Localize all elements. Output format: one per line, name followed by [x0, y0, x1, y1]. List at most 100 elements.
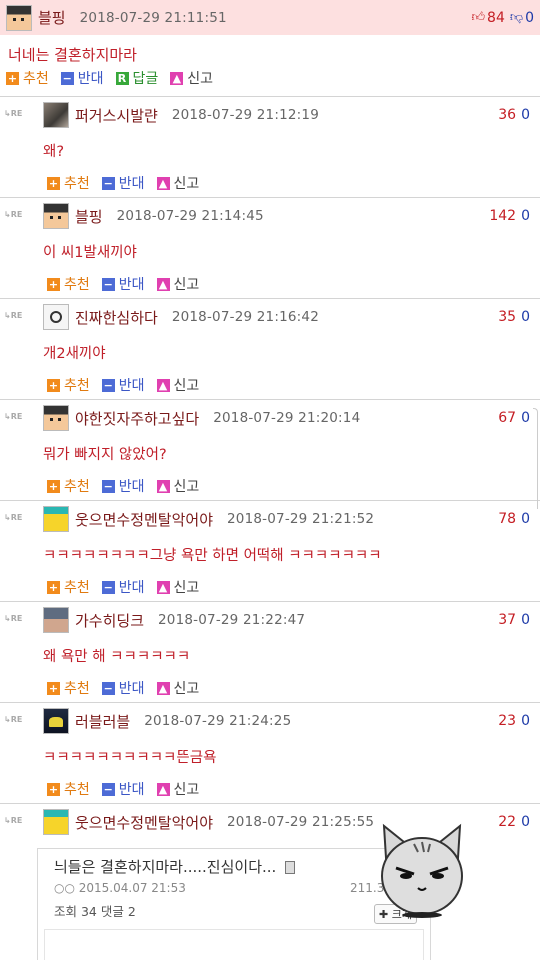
reply-arrow-icon: ↳RE [4, 715, 23, 724]
reply-arrow-icon: ↳RE [4, 109, 23, 118]
plus-icon: + [47, 176, 60, 190]
post-author[interactable]: 블핑 [38, 7, 66, 28]
avatar[interactable] [43, 607, 69, 633]
comment-date: 2018-07-29 21:21:52 [227, 511, 375, 527]
comment: ↳RE 가수히딩크 2018-07-29 21:22:47 37 0 왜 욕만 해… [0, 601, 540, 702]
downvote-button[interactable]: − 반대 [101, 173, 145, 193]
avatar[interactable] [43, 506, 69, 532]
comment-score: 67 0 [498, 410, 530, 426]
comment-date: 2018-07-29 21:20:14 [213, 410, 361, 426]
report-icon: ▲ [156, 580, 170, 594]
report-button[interactable]: ▲ 신고 [156, 779, 199, 799]
report-icon: ▲ [156, 782, 170, 796]
post-score: 👍︎ 84 👎︎ 0 [471, 10, 534, 26]
report-button[interactable]: ▲ 신고 [156, 678, 199, 698]
downvote-button[interactable]: − 반대 [101, 779, 145, 799]
comment-date: 2018-07-29 21:14:45 [116, 208, 264, 224]
card-preview [44, 929, 424, 960]
upvote-button[interactable]: + 추천 [6, 68, 49, 88]
downvote-button[interactable]: − 반대 [101, 476, 145, 496]
report-button[interactable]: ▲ 신고 [170, 68, 213, 88]
downvote-button[interactable]: − 반대 [101, 678, 145, 698]
upvote-button[interactable]: + 추천 [47, 678, 90, 698]
comment-author[interactable]: 진짜한심하다 [75, 307, 158, 328]
upvote-button[interactable]: + 추천 [47, 375, 90, 395]
cat-mascot-icon [381, 823, 463, 918]
comment: ↳RE 진짜한심하다 2018-07-29 21:16:42 35 0 개2새끼야… [0, 298, 540, 399]
plus-icon: + [47, 782, 60, 796]
avatar[interactable] [43, 405, 69, 431]
comment-author[interactable]: 웃으면수정멘탈악어야 [75, 812, 213, 833]
comment-author[interactable]: 가수히딩크 [75, 610, 144, 631]
comment-author[interactable]: 웃으면수정멘탈악어야 [75, 509, 213, 530]
comment-score: 142 0 [489, 208, 530, 224]
report-button[interactable]: ▲ 신고 [156, 375, 199, 395]
comment-text: ㅋㅋㅋㅋㅋㅋㅋㅋㅋㅋ뜬금욕 [43, 750, 217, 766]
upvote-button[interactable]: + 추천 [47, 779, 90, 799]
comment: ↳RE 러블러블 2018-07-29 21:24:25 23 0 ㅋㅋㅋㅋㅋㅋㅋ… [0, 702, 540, 803]
minus-icon: − [101, 176, 115, 190]
card-title: 늬들은 결혼하지마라.....진심이다... [54, 856, 296, 877]
downvote-button[interactable]: − 반대 [101, 375, 145, 395]
thumb-down-icon: 👎︎ [509, 10, 524, 25]
comment-author[interactable]: 퍼거스시발랸 [75, 105, 158, 126]
plus-icon: + [47, 479, 60, 493]
plus-icon: + [6, 71, 19, 85]
post-down-count: 0 [525, 9, 534, 26]
upvote-button[interactable]: + 추천 [47, 577, 90, 597]
minus-icon: − [101, 277, 115, 291]
comment-author[interactable]: 블핑 [75, 206, 103, 227]
thumb-up-icon: 👍︎ [471, 10, 486, 25]
avatar[interactable] [43, 304, 69, 330]
comment: ↳RE 블핑 2018-07-29 21:14:45 142 0 이 씨1발새끼야… [0, 197, 540, 298]
avatar[interactable] [43, 708, 69, 734]
avatar[interactable] [43, 102, 69, 128]
downvote-button[interactable]: − 반대 [101, 577, 145, 597]
minus-icon: − [101, 782, 115, 796]
minus-icon: − [101, 479, 115, 493]
embedded-post-card[interactable]: 늬들은 결혼하지마라.....진심이다... ○○ 2015.04.07 21:… [37, 848, 431, 960]
reply-arrow-icon: ↳RE [4, 412, 23, 421]
report-button[interactable]: ▲ 신고 [156, 173, 199, 193]
comment: ↳RE 퍼거스시발랸 2018-07-29 21:12:19 36 0 왜? + 추… [0, 96, 540, 197]
downvote-button[interactable]: − 반대 [60, 68, 104, 88]
downvote-button[interactable]: − 반대 [101, 274, 145, 294]
comment-date: 2018-07-29 21:12:19 [171, 107, 319, 123]
minus-icon: − [101, 580, 115, 594]
post-header: 블핑 2018-07-29 21:11:51 👍︎ 84 👎︎ 0 [0, 0, 540, 35]
upvote-button[interactable]: + 추천 [47, 476, 90, 496]
scrollbar[interactable] [533, 408, 538, 509]
report-button[interactable]: ▲ 신고 [156, 476, 199, 496]
comment: ↳RE 웃으면수정멘탈악어야 2018-07-29 21:21:52 78 0 ㅋ… [0, 500, 540, 601]
report-button[interactable]: ▲ 신고 [156, 274, 199, 294]
report-icon: ▲ [156, 681, 170, 695]
report-icon: ▲ [156, 277, 170, 291]
avatar[interactable] [43, 809, 69, 835]
reply-arrow-icon: ↳RE [4, 816, 23, 825]
comment-score: 78 0 [498, 511, 530, 527]
card-stats: 조회 34 댓글 2 [54, 904, 136, 919]
comment-date: 2018-07-29 21:25:55 [227, 814, 375, 830]
reply-icon: R [115, 71, 129, 85]
upvote-button[interactable]: + 추천 [47, 173, 90, 193]
comment-text: 개2새끼야 [43, 346, 106, 362]
avatar[interactable] [6, 4, 32, 31]
minus-icon: − [101, 681, 115, 695]
upvote-button[interactable]: + 추천 [47, 274, 90, 294]
avatar[interactable] [43, 203, 69, 229]
post-actions: + 추천 − 반대 R 답글 ▲ 신고 [0, 63, 540, 93]
reply-button[interactable]: R 답글 [115, 68, 158, 88]
report-icon: ▲ [156, 479, 170, 493]
comment-author[interactable]: 러블러블 [75, 711, 130, 732]
comment-text: ㅋㅋㅋㅋㅋㅋㅋㅋ그냥 욕만 하면 어떡해 ㅋㅋㅋㅋㅋㅋㅋ [43, 548, 382, 564]
comment-date: 2018-07-29 21:22:47 [158, 612, 306, 628]
reply-arrow-icon: ↳RE [4, 210, 23, 219]
post-up-count: 84 [487, 9, 505, 26]
comment-author[interactable]: 야한짓자주하고싶다 [75, 408, 199, 429]
comment-text: 뭐가 빠지지 않았어? [43, 447, 167, 463]
plus-icon: + [47, 277, 60, 291]
comment-score: 23 0 [498, 713, 530, 729]
report-button[interactable]: ▲ 신고 [156, 577, 199, 597]
minus-icon: − [101, 378, 115, 392]
plus-icon: + [47, 580, 60, 594]
